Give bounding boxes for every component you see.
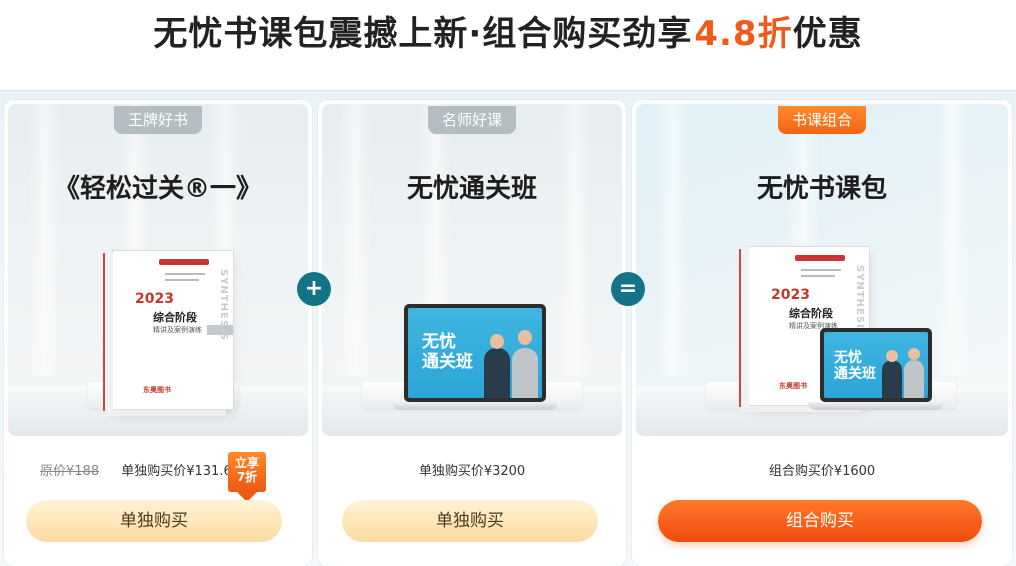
buy-course-button[interactable]: 单独购买 [342,500,598,542]
equals-icon: = [611,272,645,306]
buy-book-button[interactable]: 单独购买 [26,500,282,542]
discount-badge: 立享 7折 [228,452,266,502]
bundle-price: 组合购买价¥1600 [768,464,876,479]
promo-headline: 无忧书课包震撼上新·组合购买劲享 4.8折 优惠 [0,0,1016,60]
book-product-image: 2023 综合阶段 精讲及案例演练 SYNTHESIS 东奥图书 [103,250,234,411]
single-price: 单独购买价¥3200 [418,464,526,479]
price-row-bundle: 组合购买价¥1600 [632,460,1012,480]
book-cover-title: 综合阶段 [153,311,197,324]
price-row-course: 单独购买价¥3200 [318,460,626,480]
card-title: 无忧通关班 [406,174,537,204]
single-price: 单独购买价¥131.6 [121,464,232,479]
card-tag: 书课组合 [777,106,867,134]
product-stage: 2023 综合阶段 精讲及案例演练 SYNTHESIS 东奥图书 无忧 通关班 [636,104,1008,436]
card-title: 《轻松过关®一》 [53,174,262,204]
book-publisher: 东奥图书 [779,382,807,390]
price-row-book: 原价¥188 单独购买价¥131.6 [40,460,232,480]
book-publisher: 东奥图书 [143,386,171,394]
product-stage: 2023 综合阶段 精讲及案例演练 SYNTHESIS 东奥图书 [8,104,308,436]
card-tag: 名师好课 [427,106,517,134]
book-year: 2023 [135,291,174,307]
product-card-bundle: 2023 综合阶段 精讲及案例演练 SYNTHESIS 东奥图书 无忧 通关班 书… [632,100,1012,566]
book-year: 2023 [771,287,810,303]
original-price: 原价¥188 [40,464,100,479]
product-card-course: 无忧 通关班 名师好课 无忧通关班 [318,100,626,566]
book-vertical-text: SYNTHESIS [218,269,229,341]
screen-title: 无忧 通关班 [422,332,473,372]
headline-tail: 优惠 [792,13,863,54]
card-tag: 王牌好书 [113,106,203,134]
plus-icon: + [297,272,331,306]
laptop-product-image: 无忧 通关班 [404,304,546,402]
screen-title: 无忧 通关班 [834,350,876,382]
headline-main: 无忧书课包震撼上新·组合购买劲享 [153,13,693,54]
book-cover-title: 综合阶段 [789,307,833,320]
product-stage: 无忧 通关班 [322,104,622,436]
book-vertical-text: SYNTHESIS [854,265,865,337]
product-card-book: 2023 综合阶段 精讲及案例演练 SYNTHESIS 东奥图书 王牌好书 《轻… [4,100,312,566]
laptop-product-image: 无忧 通关班 [820,328,932,402]
card-title: 无忧书课包 [756,174,887,204]
buy-bundle-button[interactable]: 组合购买 [658,500,982,542]
book-cover-subtitle: 精讲及案例演练 [153,326,202,334]
headline-discount: 4.8折 [694,13,793,54]
